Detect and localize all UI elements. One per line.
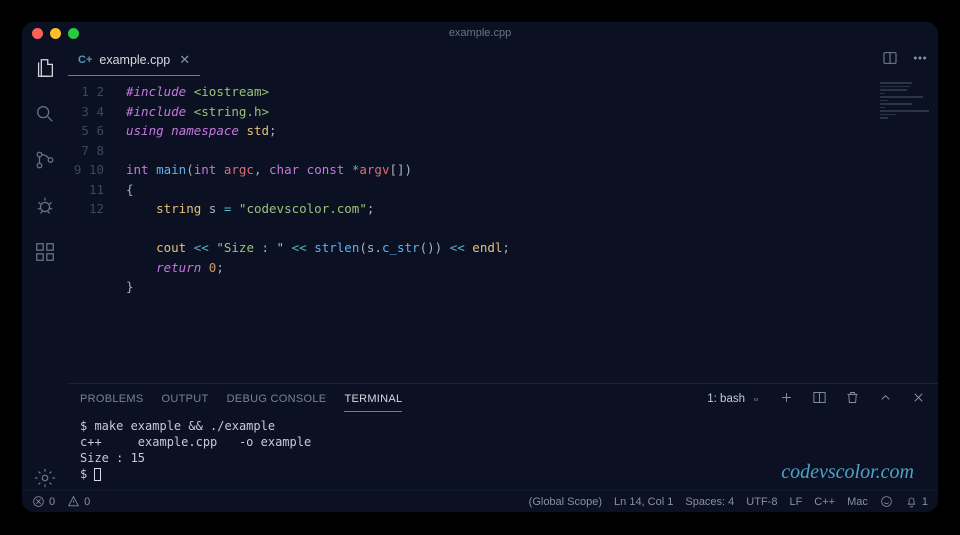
settings-gear-icon[interactable] (33, 466, 57, 490)
tab-label: example.cpp (99, 53, 170, 67)
status-bar: 0 0 (Global Scope) Ln 14, Col 1 Spaces: … (22, 490, 938, 512)
window-title: example.cpp (22, 27, 938, 39)
status-spaces[interactable]: Spaces: 4 (685, 496, 734, 508)
split-terminal-icon[interactable] (812, 390, 827, 408)
close-tab-icon[interactable]: ✕ (179, 52, 190, 68)
status-language[interactable]: C++ (814, 496, 835, 508)
search-icon[interactable] (33, 102, 57, 126)
status-errors[interactable]: 0 (32, 495, 55, 508)
trash-icon[interactable] (845, 390, 860, 408)
status-line-col[interactable]: Ln 14, Col 1 (614, 496, 673, 508)
editor-window: example.cpp C+ example.cpp ✕ (22, 22, 938, 512)
code-content: #include <iostream> #include <string.h> … (114, 76, 938, 383)
titlebar: example.cpp (22, 22, 938, 44)
cpp-file-icon: C+ (78, 54, 92, 66)
activity-bar (22, 44, 68, 490)
more-actions-icon[interactable] (912, 50, 928, 71)
extensions-icon[interactable] (33, 240, 57, 264)
panel-tab-output[interactable]: OUTPUT (162, 393, 209, 405)
close-panel-icon[interactable] (911, 390, 926, 408)
status-eol[interactable]: LF (789, 496, 802, 508)
status-scope[interactable]: (Global Scope) (529, 496, 602, 508)
debug-icon[interactable] (33, 194, 57, 218)
status-feedback-icon[interactable] (880, 495, 893, 508)
explorer-icon[interactable] (33, 56, 57, 80)
chevron-up-icon[interactable] (878, 390, 893, 408)
status-warnings[interactable]: 0 (67, 495, 90, 508)
status-encoding[interactable]: UTF-8 (746, 496, 777, 508)
watermark: codevscolor.com (781, 461, 914, 484)
new-terminal-icon[interactable] (779, 390, 794, 408)
terminal-cursor (94, 468, 101, 481)
tab-bar: C+ example.cpp ✕ (68, 44, 938, 76)
split-editor-icon[interactable] (882, 50, 898, 71)
source-control-icon[interactable] (33, 148, 57, 172)
status-os[interactable]: Mac (847, 496, 868, 508)
tab-example-cpp[interactable]: C+ example.cpp ✕ (68, 44, 200, 76)
panel-tab-debug[interactable]: DEBUG CONSOLE (227, 393, 327, 405)
status-notifications[interactable]: 1 (905, 495, 928, 508)
line-gutter: 1 2 3 4 5 6 7 8 9 10 11 12 (68, 76, 114, 383)
panel-tab-problems[interactable]: PROBLEMS (80, 393, 144, 405)
terminal-selector[interactable]: 1: bash (707, 392, 761, 407)
minimap[interactable] (880, 80, 934, 130)
panel-tab-terminal[interactable]: TERMINAL (344, 393, 402, 412)
code-editor[interactable]: 1 2 3 4 5 6 7 8 9 10 11 12 #include <ios… (68, 76, 938, 383)
